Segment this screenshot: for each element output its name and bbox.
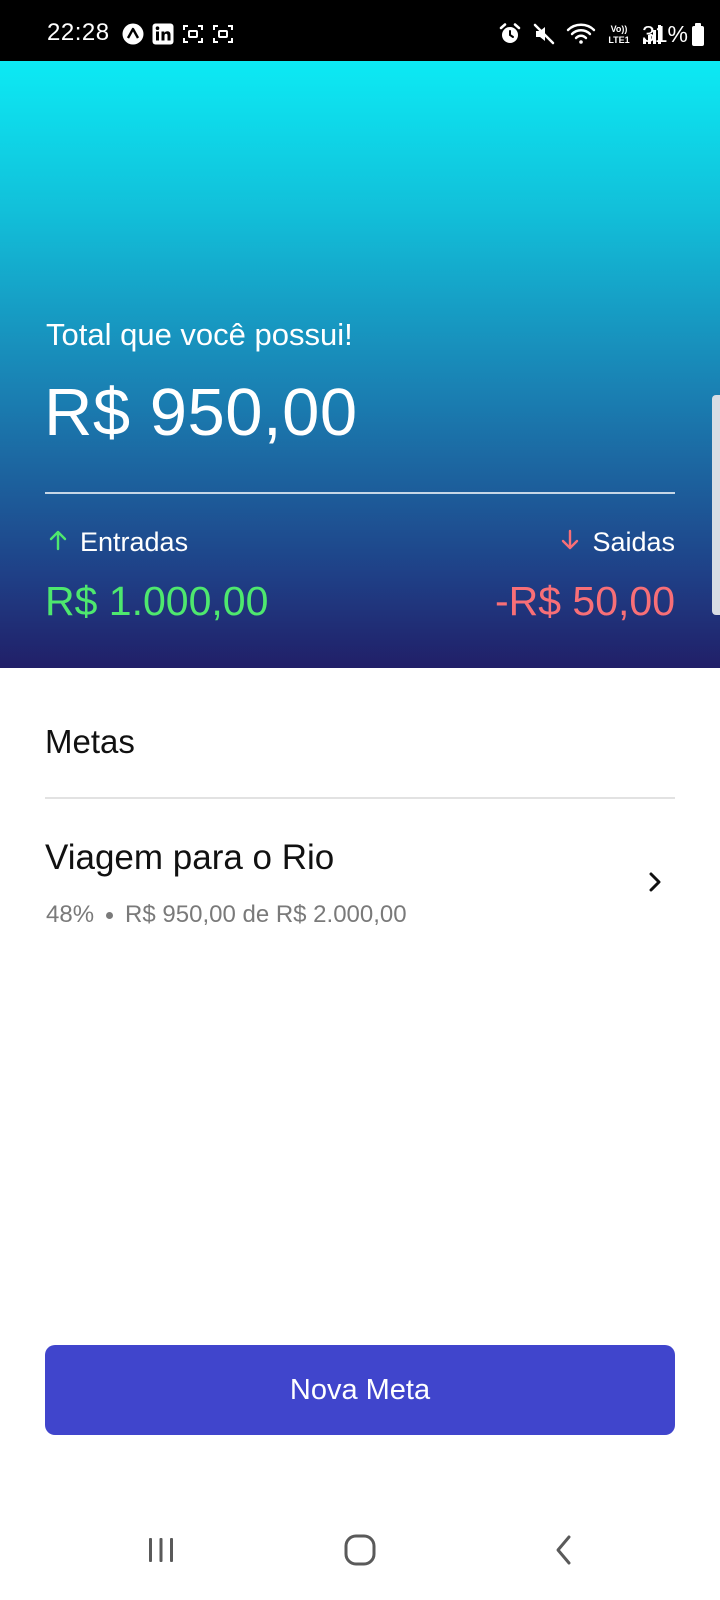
status-bar: 22:28 Vo)) LTE1 31% (0, 0, 720, 61)
svg-text:Vo)): Vo)) (611, 24, 628, 34)
balance-card: Total que você possui! R$ 950,00 Entrada… (0, 61, 720, 668)
divider (45, 797, 675, 799)
battery-percent: 31% (641, 21, 688, 47)
volte-icon: Vo)) LTE1 (606, 22, 632, 51)
arrow-down-icon (560, 526, 580, 558)
screenshot-icon (212, 23, 234, 50)
status-time: 22:28 (47, 19, 110, 46)
arrow-up-icon (48, 526, 68, 558)
recents-icon[interactable] (121, 1520, 201, 1580)
goal-percent: 48% (46, 901, 95, 928)
home-icon[interactable] (320, 1520, 400, 1580)
goal-progress: 48% R$ 950,00 de R$ 2.000,00 (46, 900, 407, 930)
separator-dot (106, 911, 114, 919)
new-goal-button[interactable]: Nova Meta (45, 1345, 675, 1435)
svg-text:LTE1: LTE1 (608, 35, 629, 45)
back-icon[interactable] (524, 1520, 604, 1580)
income-label: Entradas (80, 527, 189, 557)
expense-summary: Saidas (560, 526, 675, 558)
alarm-icon (498, 22, 522, 51)
divider (45, 492, 675, 494)
goals-section-title: Metas (45, 723, 135, 760)
expense-label: Saidas (592, 527, 675, 557)
scrollbar[interactable] (712, 395, 720, 615)
total-balance-value: R$ 950,00 (44, 375, 358, 450)
linkedin-icon (152, 23, 174, 50)
system-icons: Vo)) LTE1 (498, 22, 662, 51)
goal-progress-text: R$ 950,00 de R$ 2.000,00 (125, 901, 407, 928)
goal-name: Viagem para o Rio (45, 838, 335, 877)
income-value: R$ 1.000,00 (45, 578, 269, 624)
screenshot-icon (182, 23, 204, 50)
income-summary: Entradas (48, 526, 188, 558)
wifi-icon (566, 22, 596, 51)
goal-list-item[interactable]: Viagem para o Rio 48% R$ 950,00 de R$ 2.… (45, 830, 675, 940)
app-screen: 22:28 Vo)) LTE1 31% Total que você possu… (0, 0, 720, 1600)
system-nav-bar (0, 1500, 720, 1600)
notification-icons (122, 23, 234, 50)
total-balance-label: Total que você possui! (46, 317, 353, 352)
chevron-right-icon (647, 870, 663, 899)
expense-value: -R$ 50,00 (494, 578, 675, 624)
mute-icon (532, 22, 556, 51)
battery-icon (692, 23, 704, 46)
expo-icon (122, 23, 144, 50)
